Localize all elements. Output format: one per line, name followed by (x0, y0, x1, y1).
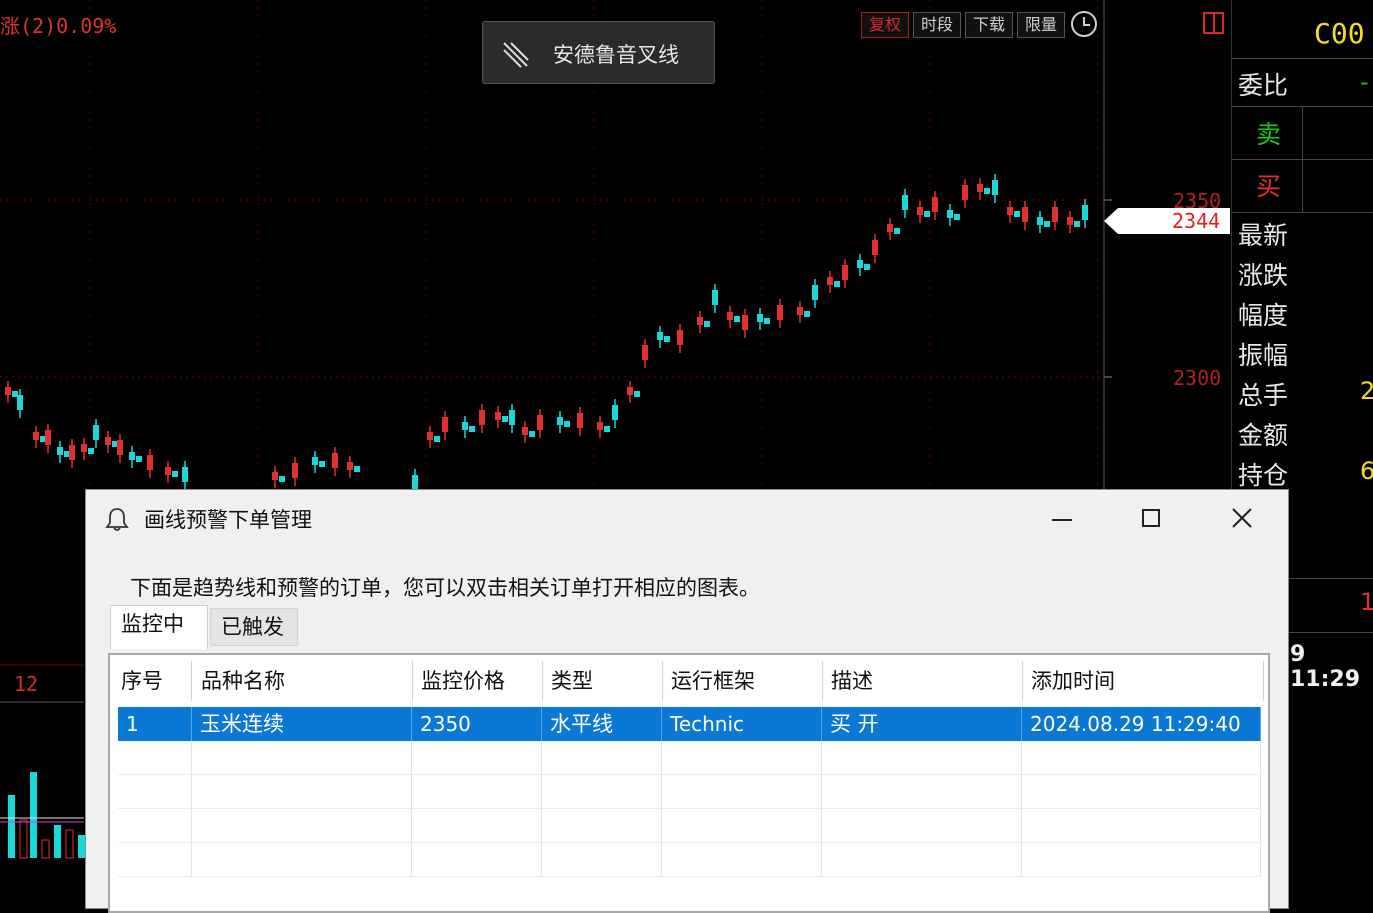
col-header-index[interactable]: 序号 (113, 661, 192, 701)
empty-cell (118, 843, 192, 877)
empty-cell (412, 775, 542, 809)
change-label: 涨跌 (1238, 261, 1289, 290)
total-volume-label: 总手 (1238, 381, 1289, 410)
cell-added-time: 2024.08.29 11:29:40 (1022, 707, 1261, 741)
dialog-title: 画线预警下单管理 (144, 508, 312, 532)
maximize-button[interactable] (1106, 490, 1196, 546)
price-label-2300: 2300 (1173, 366, 1222, 390)
restore-rights-button[interactable]: 复权 (861, 12, 909, 38)
cell-product: 玉米连续 (192, 707, 412, 741)
swing-label: 振幅 (1238, 341, 1289, 370)
dialog-description: 下面是趋势线和预警的订单，您可以双击相关订单打开相应的图表。 (130, 576, 760, 600)
col-header-timeframe[interactable]: 运行框架 (663, 661, 823, 701)
empty-table-row (118, 775, 1261, 809)
tab-monitoring[interactable]: 监控中 (110, 605, 208, 649)
download-button[interactable]: 下载 (965, 12, 1013, 38)
contract-code: C00 (1314, 17, 1365, 50)
empty-cell (118, 741, 192, 775)
empty-cell (118, 775, 192, 809)
empty-cell (1022, 843, 1261, 877)
empty-table-row (118, 741, 1261, 775)
open-interest-label: 持仓 (1238, 461, 1289, 490)
cell-timeframe: Technic (662, 707, 822, 741)
empty-cell (192, 843, 412, 877)
col-header-product[interactable]: 品种名称 (193, 661, 413, 701)
empty-cell (822, 843, 1022, 877)
empty-cell (542, 809, 662, 843)
latest-label: 最新 (1238, 221, 1289, 250)
tool-tooltip: 安德鲁音叉线 (482, 21, 715, 84)
pitchfork-icon (503, 42, 529, 68)
time-period-button[interactable]: 时段 (913, 12, 961, 38)
empty-cell (192, 775, 412, 809)
clock-icon[interactable] (1071, 11, 1097, 37)
empty-cell (542, 741, 662, 775)
empty-cell (662, 809, 822, 843)
limit-button[interactable]: 限量 (1017, 12, 1065, 38)
bell-icon (105, 508, 129, 531)
time-readout: 9 11:29 (1290, 642, 1361, 692)
volume-label: 12 (14, 672, 39, 696)
empty-cell (662, 843, 822, 877)
tooltip-text: 安德鲁音叉线 (553, 43, 679, 67)
empty-table-row (118, 809, 1261, 843)
tab-triggered[interactable]: 已触发 (210, 608, 298, 646)
col-header-price[interactable]: 监控价格 (413, 661, 543, 701)
empty-cell (1022, 775, 1261, 809)
col-header-added-time[interactable]: 添加时间 (1023, 661, 1264, 701)
empty-cell (412, 809, 542, 843)
cell-price: 2350 (412, 707, 542, 741)
empty-cell (662, 741, 822, 775)
empty-table-row (118, 843, 1261, 877)
close-button[interactable] (1196, 490, 1286, 546)
buy-label: 买 (1256, 172, 1282, 201)
col-header-description[interactable]: 描述 (823, 661, 1023, 701)
cell-description: 买 开 (822, 707, 1022, 741)
empty-cell (662, 775, 822, 809)
empty-cell (1022, 741, 1261, 775)
empty-cell (542, 843, 662, 877)
empty-cell (822, 809, 1022, 843)
empty-cell (412, 843, 542, 877)
empty-cell (412, 741, 542, 775)
sell-label: 卖 (1256, 120, 1282, 149)
order-table: 序号 品种名称 监控价格 类型 运行框架 描述 添加时间 1 玉米连续 2350… (108, 653, 1270, 913)
minimize-button[interactable] (1016, 490, 1106, 546)
amplitude-pct-label: 幅度 (1238, 301, 1289, 330)
cell-type: 水平线 (542, 707, 662, 741)
amount-label: 金额 (1238, 421, 1289, 450)
empty-cell (822, 741, 1022, 775)
empty-cell (542, 775, 662, 809)
cell-index: 1 (118, 707, 192, 741)
col-header-type[interactable]: 类型 (543, 661, 663, 701)
empty-cell (822, 775, 1022, 809)
current-price-label: 2344 (1172, 209, 1221, 233)
empty-cell (192, 809, 412, 843)
empty-cell (192, 741, 412, 775)
order-ratio-label: 委比 (1238, 71, 1289, 100)
layout-toggle-icon[interactable] (1203, 12, 1224, 34)
change-text: 涨(2)0.09% (0, 14, 117, 38)
empty-cell (118, 809, 192, 843)
alert-order-dialog: 画线预警下单管理 下面是趋势线和预警的订单，您可以双击相关订单打开相应的图表。 … (85, 489, 1289, 913)
empty-cell (1022, 809, 1261, 843)
table-row[interactable]: 1 玉米连续 2350 水平线 Technic 买 开 2024.08.29 1… (118, 707, 1261, 741)
